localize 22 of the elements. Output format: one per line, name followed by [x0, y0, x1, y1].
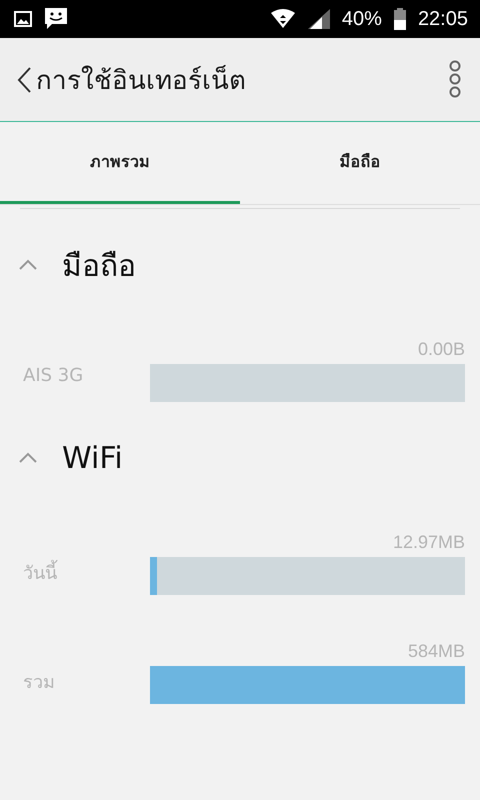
clock: 22:05	[418, 8, 468, 30]
chevron-up-icon[interactable]	[18, 452, 38, 464]
usage-label: วันนี้	[23, 532, 150, 595]
usage-label: รวม	[23, 671, 56, 695]
usage-amount: 0.00B	[418, 339, 465, 360]
battery-icon	[394, 8, 406, 30]
message-icon	[44, 7, 68, 31]
battery-percent: 40%	[342, 8, 382, 30]
tab[interactable]: ภาพรวม	[0, 122, 240, 204]
back-button[interactable]	[16, 66, 32, 94]
usage-amount: 584MB	[408, 641, 465, 662]
chevron-up-icon[interactable]	[18, 259, 38, 271]
section-title: WiFi	[62, 440, 123, 476]
image-icon	[14, 11, 32, 27]
usage-amount: 12.97MB	[392, 532, 465, 553]
more-options-button[interactable]	[448, 60, 462, 100]
page-title: การใช้อินเทอร์เน็ต	[36, 64, 247, 98]
tab[interactable]: มือถือ	[240, 122, 480, 204]
section-title: มือถือ	[62, 248, 136, 286]
signal-icon	[308, 9, 330, 29]
wifi-icon	[270, 9, 296, 29]
usage-label: AIS 3G	[23, 364, 84, 388]
